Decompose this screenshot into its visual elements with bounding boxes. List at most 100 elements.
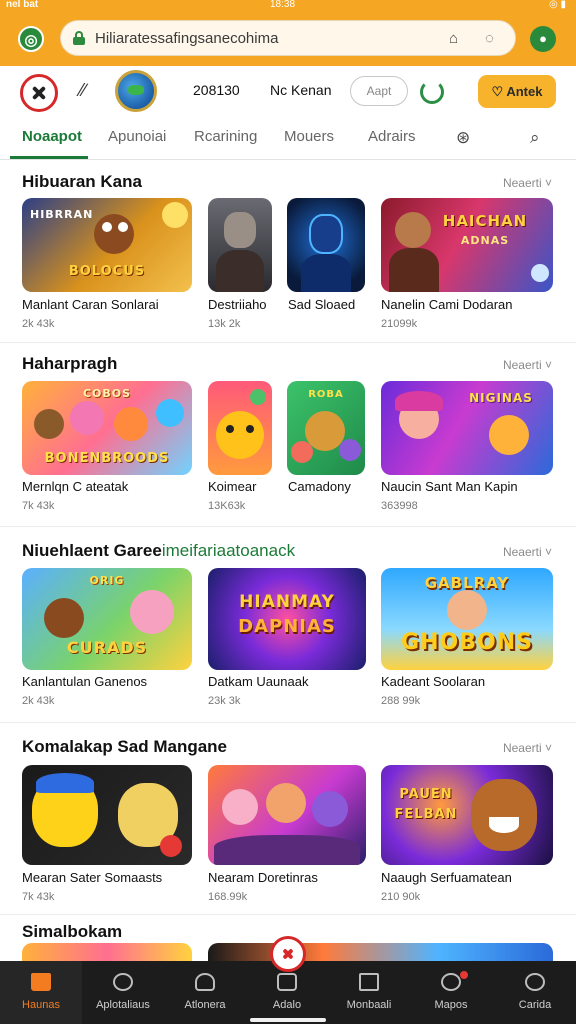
user-icon [195, 973, 215, 991]
see-more-link[interactable]: Neaerti ˅ [503, 741, 552, 755]
home-icon [31, 973, 51, 991]
see-more-link[interactable]: Neaerti ˅ [503, 176, 552, 190]
tile-meta: 13k 2k [208, 318, 241, 330]
tile-title: Koimear [208, 479, 257, 494]
section-divider [0, 722, 576, 723]
nav-label: Monbaali [346, 999, 392, 1011]
header-label: Nc Kenan [270, 82, 332, 98]
tile-title: Camadony [288, 479, 351, 494]
home-indicator [250, 1018, 326, 1022]
tile-meta: 363998 [381, 500, 418, 512]
profile-icon [525, 973, 545, 991]
section-title: Haharpragh [22, 354, 118, 373]
nav-label: Haunas [22, 999, 60, 1011]
tile-meta: 288 99k [381, 695, 421, 707]
search-icon[interactable]: ⌕ [530, 128, 540, 148]
browser-chrome: nel bat 18:38 ◎ ▮ ◎ Hiliaratessafingsane… [0, 0, 576, 66]
game-tile[interactable] [208, 765, 366, 865]
tile-title: Kadeant Soolaran [381, 674, 486, 689]
chat-icon [113, 973, 133, 991]
refresh-icon[interactable]: ◌ [485, 30, 494, 47]
header-input[interactable]: Aapt [350, 76, 408, 106]
game-tile[interactable]: HIBRRAN BOLOCUS [22, 198, 192, 292]
tile-title: Nanelin Cami Dodaran [381, 297, 513, 312]
reload-icon[interactable] [420, 80, 444, 104]
nav-label: Adalo [272, 999, 302, 1011]
section-divider [0, 914, 576, 915]
tile-title: Naucin Sant Man Kapin [381, 479, 518, 494]
browser-logo-icon[interactable]: ◎ [18, 26, 44, 52]
notification-badge [460, 971, 468, 979]
lock-icon [73, 31, 85, 45]
see-more-link[interactable]: Neaerti ˅ [503, 545, 552, 559]
pulse-icon[interactable]: ⁄∕ [80, 80, 86, 101]
nav-notifications[interactable]: Mapos [410, 961, 492, 1024]
nav-label: Aplotaliaus [96, 999, 150, 1011]
tile-title: Sad Sloaed [288, 297, 356, 312]
tile-title: Datkam Uaunaak [208, 674, 309, 689]
game-tile[interactable] [287, 198, 365, 292]
tile-meta: 2k 43k [22, 318, 55, 330]
section-title: Komalakap Sad Mangane [22, 737, 228, 756]
section-title-highlight: imeifariaatoanack [161, 541, 296, 560]
game-tile[interactable]: GABLRAY GHOBONS [381, 568, 553, 670]
game-tile[interactable]: ROBA [287, 381, 365, 475]
game-tile[interactable]: COBOS BONENBROODS [22, 381, 192, 475]
tile-title: Destriiaho [208, 297, 267, 312]
game-tile[interactable] [208, 198, 272, 292]
menu-icon[interactable]: ● [530, 26, 556, 52]
tile-title: Naaugh Serfuamatean [381, 870, 512, 885]
tab-2[interactable]: Rcarining [194, 128, 257, 145]
nav-profile[interactable]: Carida [494, 961, 576, 1024]
tab-bar: Noaapot Apunoiai Rcarining Mouers Adrair… [0, 120, 576, 160]
gamepad-icon[interactable]: ⊛ [456, 128, 470, 148]
tile-meta: 13K63k [208, 500, 246, 512]
url-text[interactable]: Hiliaratessafingsanecohima [95, 30, 278, 47]
notification-icon [441, 973, 461, 991]
status-battery: ◎ ▮ [548, 0, 566, 10]
tile-title: Manlant Caran Sonlarai [22, 297, 159, 312]
tile-meta: 168.99k [208, 891, 248, 903]
nav-chat[interactable]: Aplotaliaus [82, 961, 164, 1024]
section-title: Simalbokam [22, 922, 123, 941]
game-tile[interactable]: HAICHAN ADNAS [381, 198, 553, 292]
tile-meta: 23k 3k [208, 695, 241, 707]
tab-1[interactable]: Apunoiai [108, 128, 166, 145]
tab-3[interactable]: Mouers [284, 128, 334, 145]
center-action-button[interactable] [270, 936, 306, 972]
cta-button[interactable]: ♡ Antek [478, 75, 556, 108]
nav-label: Mapos [434, 999, 468, 1011]
tile-title: Mernlqn C ateatak [22, 479, 129, 494]
tile-title: Kanlantulan Ganenos [22, 674, 148, 689]
game-tile[interactable]: ORIG CURADS [22, 568, 192, 670]
header-number: 208130 [193, 82, 240, 98]
bell-icon[interactable]: ⌂ [449, 30, 458, 47]
brand-logo-icon[interactable] [20, 74, 58, 112]
game-tile[interactable] [22, 765, 192, 865]
status-bar: nel bat 18:38 ◎ ▮ [0, 0, 576, 12]
nav-home[interactable]: Haunas [0, 961, 82, 1024]
tile-meta: 7k 43k [22, 500, 55, 512]
nav-label: Carida [518, 999, 552, 1011]
section-title: Niuehlaent Gareeimeifariaatoanack [22, 541, 295, 561]
game-tile[interactable]: PAUEN FELBAN [381, 765, 553, 865]
tab-active-indicator [10, 156, 88, 159]
see-more-link[interactable]: Neaerti ˅ [503, 358, 552, 372]
tile-meta: 21099k [381, 318, 418, 330]
address-bar[interactable]: Hiliaratessafingsanecohima ⌂ ◌ [60, 20, 516, 56]
nav-grid[interactable]: Monbaali [328, 961, 410, 1024]
nav-user[interactable]: Atlonera [164, 961, 246, 1024]
app-screen: nel bat 18:38 ◎ ▮ ◎ Hiliaratessafingsane… [0, 0, 576, 1024]
section-divider [0, 526, 576, 527]
game-tile[interactable]: NIGINAS [381, 381, 553, 475]
section-title-main: Niuehlaent Garee [22, 541, 162, 560]
game-tile[interactable]: HIANMAY DAPNIAS [208, 568, 366, 670]
tab-0[interactable]: Noaapot [22, 128, 82, 145]
game-tile[interactable] [208, 381, 272, 475]
games-icon [277, 973, 297, 991]
heart-icon: ♡ [491, 84, 507, 99]
tile-title: Nearam Doretinras [208, 870, 318, 885]
grid-icon [359, 973, 379, 991]
globe-icon[interactable] [115, 70, 157, 112]
tab-4[interactable]: Adrairs [368, 128, 416, 145]
